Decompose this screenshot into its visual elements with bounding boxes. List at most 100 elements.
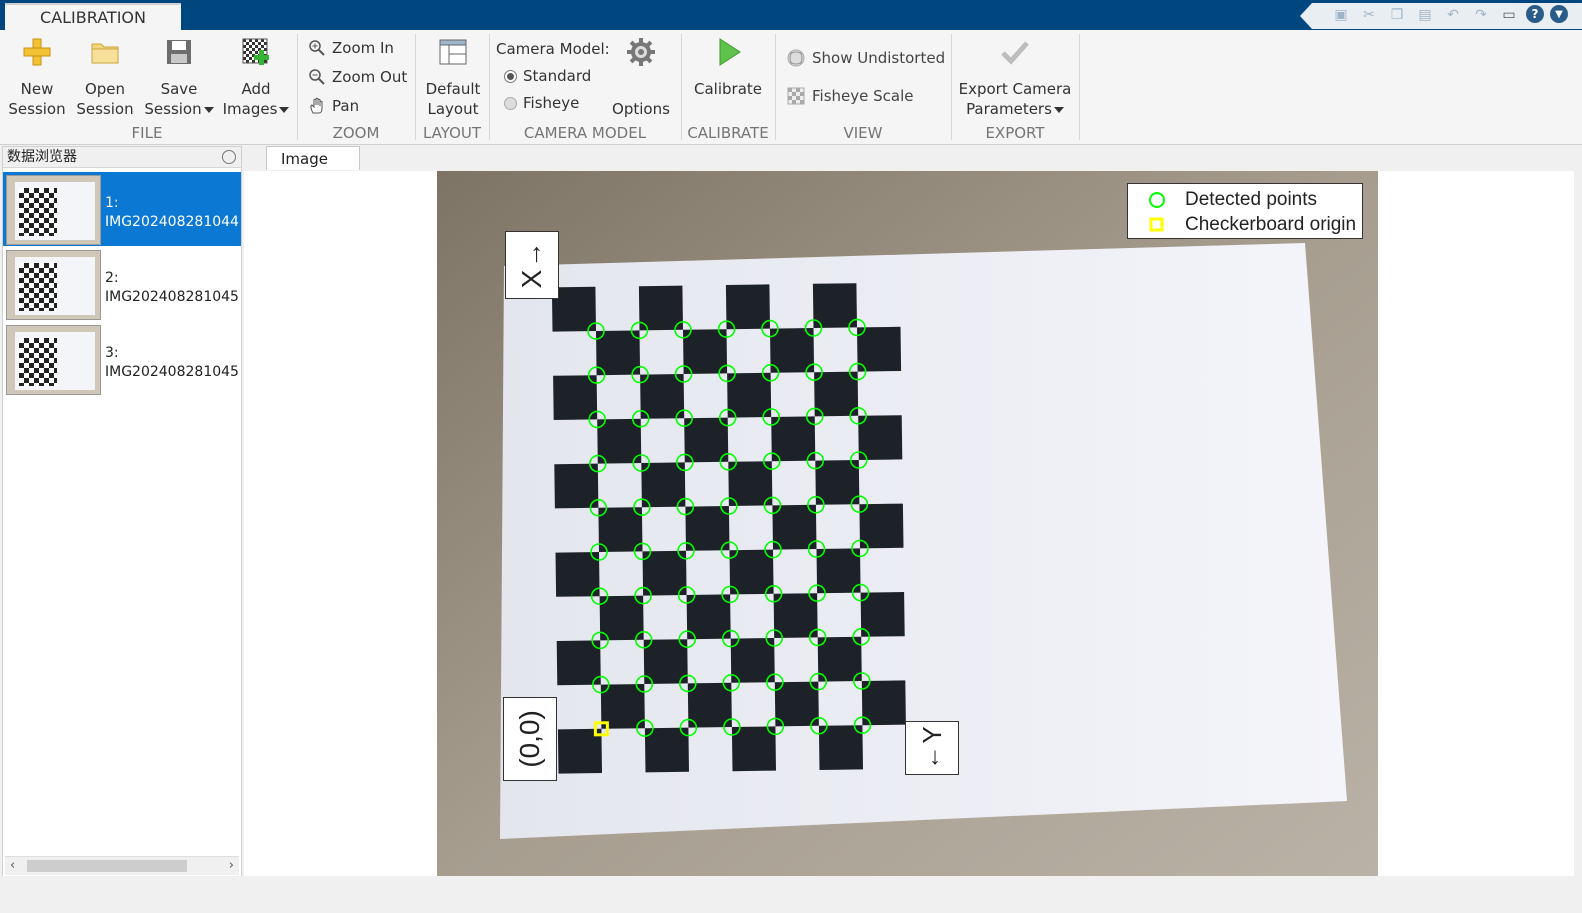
chevron-down-icon bbox=[1053, 106, 1064, 113]
save-icon[interactable]: ▣ bbox=[1330, 5, 1352, 25]
fisheye-radio[interactable]: Fisheye bbox=[504, 94, 579, 112]
image-thumbnail bbox=[6, 325, 101, 395]
checker-square bbox=[728, 461, 773, 506]
radio-unselected-icon bbox=[504, 96, 517, 110]
layout-section: Default Layout LAYOUT bbox=[416, 30, 488, 144]
layout-section-title: LAYOUT bbox=[422, 124, 482, 142]
checker-square bbox=[556, 640, 601, 686]
help-icon[interactable]: ? bbox=[1526, 5, 1544, 23]
zoom-in-label: Zoom In bbox=[332, 39, 394, 57]
checker-square bbox=[640, 374, 685, 419]
list-item[interactable]: 3: IMG202408281045 bbox=[3, 322, 241, 396]
save-session-button[interactable]: Save Session bbox=[143, 36, 215, 119]
checker-square bbox=[857, 326, 902, 372]
data-browser-header: 数据浏览器 bbox=[3, 147, 241, 168]
open-session-label-2: Session bbox=[76, 100, 134, 118]
zoom-out-icon bbox=[309, 69, 325, 85]
options-label: Options bbox=[612, 100, 670, 118]
view-section-title: VIEW bbox=[843, 124, 883, 142]
origin-label-box: (0,0) bbox=[503, 697, 557, 781]
list-item[interactable]: 2: IMG202408281045 bbox=[3, 247, 241, 321]
checker-square bbox=[725, 284, 770, 330]
undo-icon[interactable]: ↶ bbox=[1442, 5, 1464, 25]
add-images-label-2: Images bbox=[222, 100, 278, 118]
calibrate-button[interactable]: Calibrate bbox=[690, 36, 766, 99]
add-images-label-1: Add bbox=[241, 80, 271, 98]
file-section-title: FILE bbox=[131, 124, 163, 142]
list-item[interactable]: 1: IMG202408281044 bbox=[3, 172, 241, 246]
checker-square bbox=[817, 636, 862, 682]
add-images-button[interactable]: Add Images bbox=[222, 36, 290, 119]
open-session-label-1: Open bbox=[84, 80, 126, 98]
checker-square bbox=[683, 329, 728, 374]
export-camera-parameters-button[interactable]: Export Camera Parameters bbox=[958, 36, 1072, 119]
new-session-button[interactable]: New Session bbox=[6, 36, 68, 119]
zoom-out-label: Zoom Out bbox=[332, 68, 408, 86]
panel-menu-icon[interactable] bbox=[222, 150, 236, 164]
open-session-button[interactable]: Open Session bbox=[74, 36, 136, 119]
default-layout-button[interactable]: Default Layout bbox=[422, 36, 484, 119]
pan-button[interactable]: Pan bbox=[308, 97, 359, 115]
item-name: IMG202408281045 bbox=[105, 289, 239, 305]
calibrate-section: Calibrate CALIBRATE bbox=[682, 30, 774, 144]
checker-square bbox=[727, 372, 772, 418]
tab-calibration[interactable]: CALIBRATION bbox=[5, 3, 181, 32]
zoom-in-button[interactable]: Zoom In bbox=[308, 39, 394, 57]
scrollbar-thumb[interactable] bbox=[27, 860, 187, 872]
redo-icon[interactable]: ↷ bbox=[1470, 5, 1492, 25]
data-browser-title: 数据浏览器 bbox=[7, 149, 77, 165]
checker-square bbox=[685, 506, 730, 551]
view-section: Show Undistorted Fisheye Scale VIEW bbox=[776, 30, 950, 144]
cut-icon[interactable]: ✂ bbox=[1358, 5, 1380, 25]
legend: Detected points Checkerboard origin bbox=[1127, 183, 1363, 239]
file-section: New Session Open Session Save Session Ad… bbox=[0, 30, 294, 144]
scroll-right-icon[interactable]: › bbox=[229, 858, 234, 873]
expand-menu-icon[interactable]: ▼ bbox=[1550, 5, 1568, 23]
show-undistorted-button[interactable]: Show Undistorted bbox=[786, 48, 945, 68]
new-session-label-2: Session bbox=[8, 100, 66, 118]
checker-square bbox=[599, 595, 644, 641]
standard-label: Standard bbox=[523, 67, 592, 85]
checker-square bbox=[596, 330, 641, 376]
calibrate-section-title: CALIBRATE bbox=[687, 124, 769, 142]
horizontal-scrollbar[interactable]: ‹ › bbox=[5, 856, 239, 875]
play-icon bbox=[719, 38, 741, 66]
layout-icon bbox=[439, 39, 467, 65]
paste-icon[interactable]: ▤ bbox=[1414, 5, 1436, 25]
calibration-image[interactable]: X → (0,0) ← Y Detected points Checkerboard… bbox=[437, 171, 1378, 876]
checker-square bbox=[554, 463, 599, 509]
calibrate-label: Calibrate bbox=[694, 80, 762, 98]
data-browser-panel: 数据浏览器 1: IMG202408281044 2: IMG20240828104… bbox=[2, 146, 242, 878]
checker-square bbox=[815, 460, 860, 505]
checker-square bbox=[859, 503, 904, 549]
checker-square bbox=[555, 552, 600, 597]
divider bbox=[1079, 34, 1080, 140]
document-tab-bar bbox=[244, 146, 1582, 171]
copy-icon[interactable]: ❐ bbox=[1386, 5, 1408, 25]
x-axis-label-box: X → bbox=[505, 231, 559, 299]
window-icon[interactable]: ▭ bbox=[1498, 5, 1520, 25]
y-axis-label: Y bbox=[916, 726, 947, 744]
zoom-section: Zoom In Zoom Out Pan ZOOM bbox=[298, 30, 414, 144]
checker-square bbox=[858, 415, 903, 460]
standard-radio[interactable]: Standard bbox=[504, 67, 591, 85]
options-button[interactable]: Options bbox=[610, 36, 672, 119]
item-index: 3: bbox=[105, 345, 119, 361]
checker-square bbox=[730, 638, 775, 683]
checker-square bbox=[641, 462, 686, 508]
scroll-left-icon[interactable]: ‹ bbox=[10, 858, 15, 873]
new-session-label-1: New bbox=[20, 80, 54, 98]
gear-icon bbox=[627, 38, 655, 66]
quick-access-toolbar: ▣ ✂ ❐ ▤ ↶ ↷ ▭ ? ▼ bbox=[1330, 5, 1568, 25]
floppy-disk-icon bbox=[167, 40, 191, 64]
tab-image[interactable]: Image bbox=[266, 146, 360, 170]
camera-model-caption: Camera Model: bbox=[496, 40, 610, 58]
checker-square bbox=[818, 725, 863, 770]
image-thumbnail bbox=[6, 175, 101, 245]
checker-icon bbox=[787, 87, 805, 105]
fisheye-scale-button[interactable]: Fisheye Scale bbox=[786, 86, 913, 106]
checker-square bbox=[644, 727, 689, 773]
status-bar bbox=[0, 876, 1582, 913]
zoom-out-button[interactable]: Zoom Out bbox=[308, 68, 407, 86]
checker-square bbox=[729, 549, 774, 595]
